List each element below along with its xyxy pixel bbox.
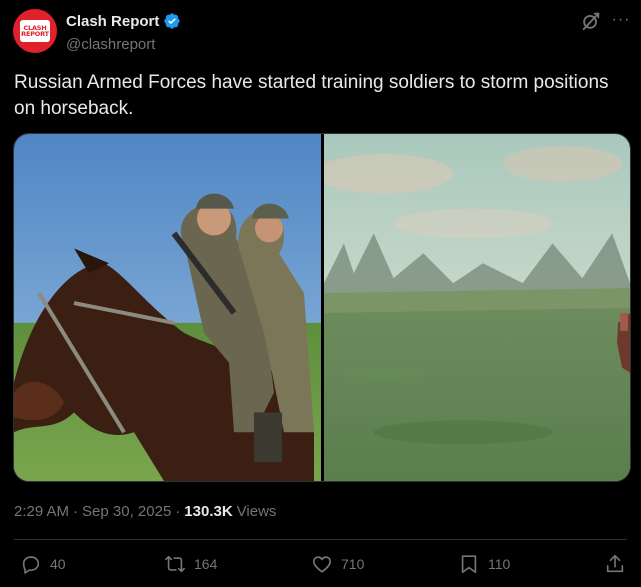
tweet-meta: 2:29 AM · Sep 30, 2025 · 130.3K Views [14, 503, 276, 520]
share-icon [606, 554, 624, 573]
clash-report-logo: CLASH REPORT [20, 20, 50, 42]
author-display-name[interactable]: Clash Report [66, 13, 159, 30]
photo-cavalry-field [324, 134, 630, 481]
more-icon[interactable]: ··· [610, 10, 632, 32]
author-name-row[interactable]: Clash Report [66, 12, 181, 30]
repost-button[interactable]: 164 [164, 553, 217, 575]
divider [14, 539, 627, 540]
grok-icon[interactable] [580, 10, 602, 32]
bookmark-icon [461, 555, 477, 574]
author-handle[interactable]: @clashreport [66, 36, 155, 53]
avatar[interactable]: CLASH REPORT [13, 9, 57, 53]
reply-icon [22, 556, 40, 574]
tweet-time[interactable]: 2:29 AM [14, 503, 69, 520]
repost-icon [165, 555, 185, 573]
bookmark-button[interactable]: 110 [458, 553, 510, 575]
photo-soldiers-on-horse [14, 134, 321, 481]
tweet-text: Russian Armed Forces have started traini… [14, 72, 609, 119]
verified-badge-icon [164, 13, 181, 29]
views-label: Views [236, 503, 277, 520]
media-photo-2[interactable] [324, 134, 630, 481]
heart-icon [312, 556, 332, 573]
meta-separator: · [175, 503, 181, 520]
reply-button[interactable]: 40 [20, 553, 66, 575]
repost-count: 164 [194, 556, 218, 572]
media-photo-1[interactable] [14, 134, 321, 481]
logo-line-2: REPORT [21, 30, 49, 38]
share-button[interactable] [604, 553, 626, 575]
tweet-card: CLASH REPORT Clash Report @clashreport ·… [0, 0, 641, 587]
views-count: 130.3K [184, 503, 233, 520]
media-grid[interactable] [13, 133, 631, 482]
like-count: 710 [341, 556, 365, 572]
like-button[interactable]: 710 [311, 553, 364, 575]
bookmark-count: 110 [488, 556, 511, 572]
meta-separator: · [73, 503, 79, 520]
tweet-date[interactable]: Sep 30, 2025 [82, 503, 171, 520]
reply-count: 40 [50, 556, 66, 572]
